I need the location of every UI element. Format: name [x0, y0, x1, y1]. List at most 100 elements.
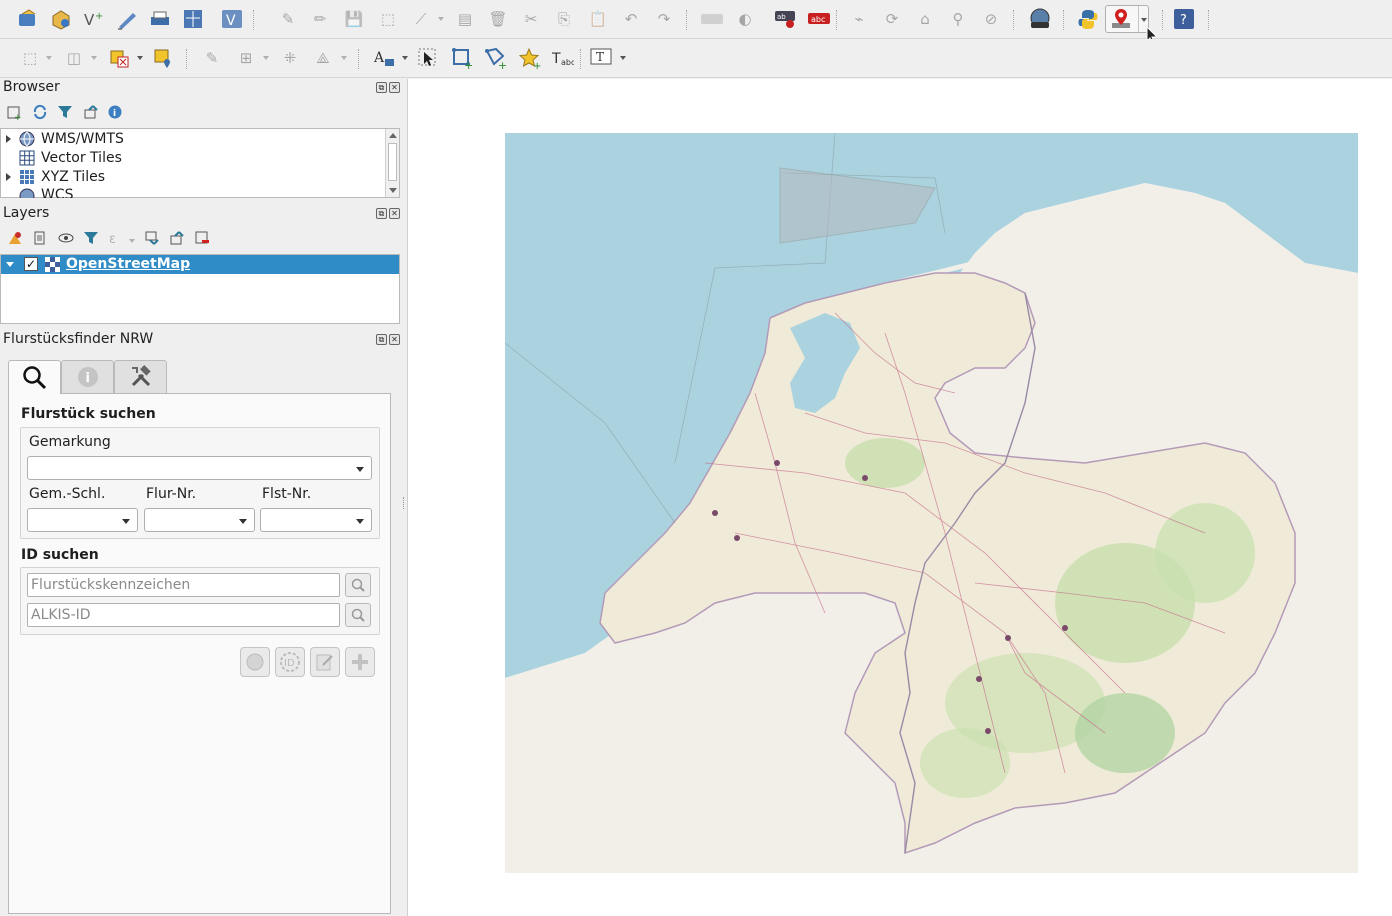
open-project-icon[interactable] [16, 7, 40, 31]
vertex-tool-icon[interactable]: ⟋ [409, 7, 433, 31]
zoom-to-parcel-button[interactable] [240, 647, 270, 677]
chevron-down-icon[interactable] [402, 56, 408, 60]
filter-icon[interactable] [56, 103, 74, 121]
collapse-arrow-icon[interactable] [6, 262, 14, 267]
add-selected-layers-icon[interactable]: + [5, 103, 23, 121]
abc-pin-icon[interactable]: ab [774, 7, 798, 31]
pencil-icon[interactable]: ✏ [308, 7, 332, 31]
tree-item-vector-tiles[interactable]: Vector Tiles [1, 148, 386, 167]
star-icon[interactable]: + [518, 46, 542, 70]
flst-nr-combo[interactable] [260, 508, 372, 532]
kennzeichen-input[interactable]: Flurstückskennzeichen [27, 573, 340, 597]
copy-features-icon[interactable]: ⎘ [552, 7, 576, 31]
plugin-globe-icon[interactable] [1028, 7, 1052, 31]
collapse-all-icon[interactable] [82, 103, 100, 121]
remove-layer-icon[interactable] [193, 229, 211, 247]
text-annotation-icon[interactable]: Tabc [551, 46, 575, 70]
add-part-icon[interactable]: + [484, 46, 508, 70]
flur-nr-combo[interactable] [144, 508, 255, 532]
help-icon[interactable]: ? [1172, 7, 1196, 31]
tree-item-wcs[interactable]: WCS [1, 186, 386, 198]
layer-visibility-checkbox[interactable]: ✓ [24, 257, 38, 271]
text-box-icon[interactable]: T [590, 46, 614, 70]
modify-attributes-icon[interactable]: ▤ [453, 7, 477, 31]
move-label-icon[interactable]: ⌁ [847, 7, 871, 31]
search-kennzeichen-button[interactable] [345, 573, 371, 597]
chevron-down-icon[interactable] [137, 56, 143, 60]
close-icon[interactable]: ✕ [389, 82, 400, 93]
scroll-up-icon[interactable] [389, 133, 397, 138]
chevron-down-icon[interactable] [438, 17, 444, 21]
scroll-down-icon[interactable] [389, 188, 397, 193]
refresh-icon[interactable] [31, 103, 49, 121]
scroll-thumb[interactable] [388, 143, 397, 181]
tab-settings[interactable] [114, 360, 167, 393]
splitter-handle[interactable] [403, 497, 404, 509]
select-features-icon[interactable]: ⬚ [18, 46, 42, 70]
reshape-icon[interactable]: ⟁ [311, 46, 335, 70]
tab-info[interactable]: i [61, 360, 114, 393]
add-parcel-button[interactable] [345, 647, 375, 677]
layer-styling-icon[interactable] [6, 229, 24, 247]
close-icon[interactable]: ✕ [389, 334, 400, 345]
offset-curve-icon[interactable]: ⁜ [278, 46, 302, 70]
float-icon[interactable]: ⧉ [376, 334, 387, 345]
expand-arrow-icon[interactable] [6, 172, 11, 181]
filter-legend-icon[interactable] [82, 229, 100, 247]
new-print-layout-icon[interactable] [148, 7, 172, 31]
float-icon[interactable]: ⧉ [376, 82, 387, 93]
edits-icon[interactable]: ✎ [276, 7, 300, 31]
select-by-value-icon[interactable]: ◫ [62, 46, 86, 70]
change-label-icon[interactable]: ⌂ [913, 7, 937, 31]
expand-all-icon[interactable] [143, 229, 161, 247]
digitize-icon[interactable] [115, 7, 139, 31]
close-icon[interactable]: ✕ [389, 208, 400, 219]
select-pointer-icon[interactable] [416, 46, 440, 70]
location-pin-button[interactable] [1105, 5, 1149, 33]
python-console-icon[interactable] [1076, 7, 1100, 31]
new-project-icon[interactable] [49, 7, 73, 31]
identify-features-icon[interactable] [181, 7, 205, 31]
expand-arrow-icon[interactable] [6, 134, 11, 143]
rotate-label-icon[interactable]: ⟳ [880, 7, 904, 31]
new-shapefile-icon[interactable]: V + [82, 7, 106, 31]
delete-selected-icon[interactable]: 🗑 [486, 7, 510, 31]
label-toolbar-icon[interactable]: ◐ [733, 7, 757, 31]
show-id-button[interactable]: ID [275, 647, 305, 677]
abc-red-icon[interactable]: abc [807, 7, 831, 31]
vector-layer-icon[interactable]: V [220, 7, 244, 31]
split-features-icon[interactable]: ⊞ [234, 46, 258, 70]
label-tool-icon[interactable] [700, 7, 724, 31]
chevron-down-icon[interactable] [129, 239, 135, 243]
map-view[interactable] [505, 133, 1358, 873]
select-location-icon[interactable] [152, 46, 176, 70]
gem-schl-combo[interactable] [27, 508, 138, 532]
tab-search[interactable] [8, 360, 61, 394]
tree-item-xyz-tiles[interactable]: XYZ Tiles [1, 167, 386, 186]
alkis-id-input[interactable]: ALKIS-ID [27, 603, 340, 627]
chevron-down-icon[interactable] [91, 56, 97, 60]
chevron-down-icon[interactable] [341, 56, 347, 60]
chevron-down-icon[interactable] [263, 56, 269, 60]
save-edits-icon[interactable]: 💾 [342, 7, 366, 31]
edit-parcel-button[interactable] [310, 647, 340, 677]
map-canvas[interactable] [407, 79, 1392, 916]
show-hide-labels-icon[interactable]: ⊘ [979, 7, 1003, 31]
chevron-down-icon[interactable] [620, 56, 626, 60]
visibility-icon[interactable] [57, 229, 75, 247]
cut-features-icon[interactable]: ✂ [519, 7, 543, 31]
redo-icon[interactable]: ↷ [652, 7, 676, 31]
add-group-icon[interactable] [31, 229, 49, 247]
annotation-text-icon[interactable]: A [373, 46, 397, 70]
chevron-down-icon[interactable] [46, 56, 52, 60]
advanced-digitize-icon[interactable]: ✎ [200, 46, 224, 70]
pin-label-icon[interactable]: ⚲ [946, 7, 970, 31]
deselect-icon[interactable] [108, 46, 132, 70]
dock-splitter[interactable] [400, 79, 407, 916]
undo-icon[interactable]: ↶ [619, 7, 643, 31]
add-ring-icon[interactable]: + [450, 46, 474, 70]
paste-features-icon[interactable]: 📋 [586, 7, 610, 31]
browser-scrollbar[interactable] [385, 129, 399, 197]
layer-row-openstreetmap[interactable]: ✓ OpenStreetMap [1, 255, 399, 274]
collapse-all-icon[interactable] [168, 229, 186, 247]
